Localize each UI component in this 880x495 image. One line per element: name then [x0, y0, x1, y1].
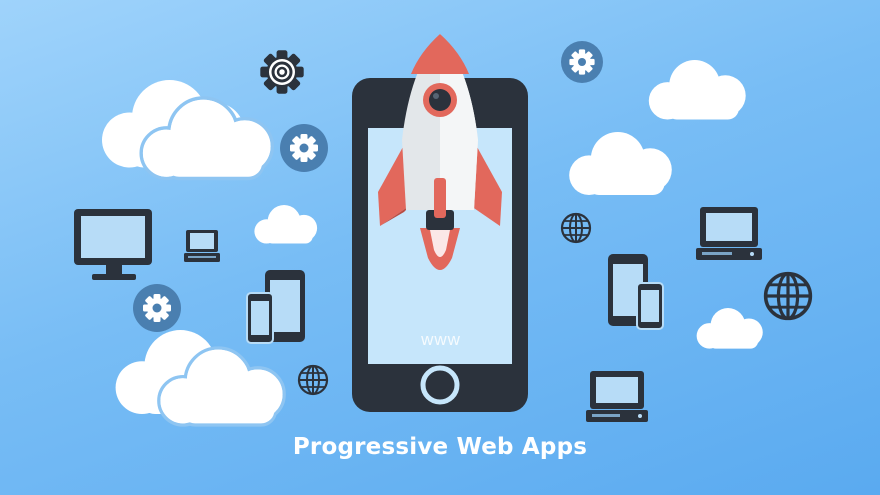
page-title: Progressive Web Apps [292, 434, 588, 460]
phone-screen-text: www [421, 330, 461, 349]
hero-banner: www Progressive Web Apps [0, 0, 880, 495]
rocket-icon [378, 34, 502, 270]
